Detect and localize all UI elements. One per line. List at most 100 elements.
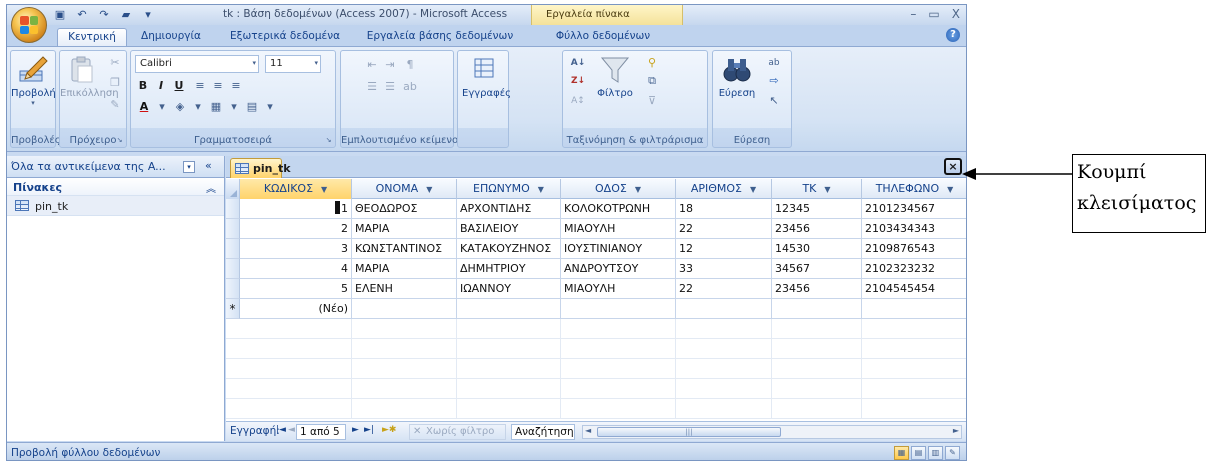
table-cell[interactable]: 2 [240,219,352,239]
table-cell[interactable]: 18 [676,199,772,219]
go-to-icon[interactable]: ⇨ [765,73,783,89]
table-cell[interactable]: ΔΗΜΗΤΡΙΟΥ [457,259,561,279]
font-color-dropdown-icon[interactable]: ▾ [153,99,171,115]
nav-pane-collapse-button[interactable]: « [205,159,212,172]
copy-icon[interactable]: ❐ [106,75,124,91]
sort-ascending-icon[interactable]: A↓ [569,55,587,71]
new-record-icon[interactable]: ►✱ [382,425,396,435]
table-cell[interactable]: ΙΟΥΣΤΙΝΙΑΝΟΥ [561,239,676,259]
paste-button[interactable]: Επικόλληση [60,55,119,115]
format-painter-icon[interactable]: ✎ [106,97,124,113]
design-view-icon[interactable]: ✎ [945,446,960,460]
align-right-icon[interactable]: ≡ [227,78,245,94]
minimize-button[interactable]: – [910,7,916,21]
new-row-cell[interactable] [561,299,676,319]
cut-icon[interactable]: ✂ [106,55,124,71]
fill-color-dropdown-icon[interactable]: ▾ [189,99,207,115]
table-cell[interactable]: 2104545454 [862,279,966,299]
table-cell[interactable]: ΚΑΤΑΚΟΥΖΗΝΟΣ [457,239,561,259]
increase-indent-icon[interactable]: ⇥ [381,57,399,73]
pivot-table-view-icon[interactable]: ▤ [911,446,926,460]
row-selector[interactable] [226,219,240,239]
nav-pane-header[interactable]: Όλα τα αντικείμενα της A... ▾ « [7,156,224,178]
close-window-button[interactable]: X [952,7,960,21]
fill-color-icon[interactable]: ◈ [171,99,189,115]
table-cell[interactable]: 22 [676,219,772,239]
find-button[interactable]: Εύρεση [715,55,759,115]
table-cell[interactable]: 5 [240,279,352,299]
save-icon[interactable]: ▣ [53,8,67,22]
table-cell[interactable]: 4 [240,259,352,279]
column-header[interactable]: ΟΔΟΣ ▼ [561,179,676,199]
office-button[interactable] [11,7,47,43]
last-record-icon[interactable]: ►| [364,425,374,435]
table-cell[interactable]: 14530 [772,239,862,259]
table-cell[interactable]: ΕΛΕΝΗ [352,279,457,299]
table-cell[interactable]: 2102323232 [862,259,966,279]
help-icon[interactable]: ? [946,28,960,42]
new-row-cell[interactable] [457,299,561,319]
table-cell[interactable]: ΚΟΛΟΚΟΤΡΩΝΗ [561,199,676,219]
table-cell[interactable]: 12 [676,239,772,259]
toggle-filter-icon[interactable]: ⊽ [643,93,661,109]
chevron-down-icon[interactable]: ▼ [426,185,432,194]
font-name-select[interactable]: Calibri ▾ [135,55,259,73]
table-cell[interactable]: 23456 [772,219,862,239]
new-row-cell[interactable] [862,299,966,319]
table-cell[interactable]: ΘΕΟΔΩΡΟΣ [352,199,457,219]
table-cell[interactable]: 34567 [772,259,862,279]
sort-descending-icon[interactable]: Z↓ [569,73,587,89]
undo-icon[interactable]: ↶ [75,8,89,22]
table-cell[interactable]: 2101234567 [862,199,966,219]
table-cell[interactable]: ΑΡΧΟΝΤΙΔΗΣ [457,199,561,219]
horizontal-scrollbar[interactable]: ◄ ||| ► [582,425,962,439]
first-record-icon[interactable]: |◄ [276,425,286,435]
align-center-icon[interactable]: ≡ [209,78,227,94]
chevron-down-icon[interactable]: ▼ [947,185,953,194]
table-cell[interactable]: 3 [240,239,352,259]
scrollbar-thumb[interactable]: ||| [597,427,781,437]
tab-home[interactable]: Κεντρική [57,28,127,46]
select-all-corner[interactable] [226,179,240,199]
table-cell[interactable]: ΒΑΣΙΛΕΙΟΥ [457,219,561,239]
new-row-cell[interactable] [352,299,457,319]
table-cell[interactable]: ΜΙΑΟΥΛΗ [561,219,676,239]
table-cell[interactable]: 12345 [772,199,862,219]
table-cell[interactable]: 2109876543 [862,239,966,259]
row-selector[interactable] [226,199,240,219]
clipboard-launcher-icon[interactable]: ↘ [115,136,124,145]
row-selector[interactable] [226,259,240,279]
replace-icon[interactable]: ab [765,55,783,71]
column-header[interactable]: ΤΚ ▼ [772,179,862,199]
table-cell[interactable]: ΙΩΑΝΝΟΥ [457,279,561,299]
chevron-down-icon[interactable]: ▼ [824,185,830,194]
next-record-icon[interactable]: ► [352,425,359,435]
select-icon[interactable]: ↖ [765,93,783,109]
row-selector[interactable] [226,279,240,299]
table-cell[interactable]: 33 [676,259,772,279]
new-row-cell[interactable]: (Νέο) [240,299,352,319]
new-row-cell[interactable] [676,299,772,319]
italic-button[interactable]: I [153,77,169,95]
tab-create[interactable]: Δημιουργία [133,28,209,46]
table-cell[interactable]: ΜΙΑΟΥΛΗ [561,279,676,299]
column-header[interactable]: ΚΩΔΙΚΟΣ ▼ [240,179,352,199]
current-record-field[interactable]: 1 από 5 [296,424,346,440]
column-header[interactable]: ΑΡΙΘΜΟΣ ▼ [676,179,772,199]
align-left-icon[interactable]: ≡ [191,78,209,94]
chevron-down-icon[interactable]: ▼ [321,185,327,194]
table-cell[interactable]: ΜΑΡΙΑ [352,259,457,279]
nav-item-pin-tk[interactable]: pin_tk [7,196,224,216]
tab-datasheet[interactable]: Φύλλο δεδομένων [537,28,669,46]
chevron-down-icon[interactable]: ▼ [750,185,756,194]
font-launcher-icon[interactable]: ↘ [324,136,333,145]
scroll-left-icon[interactable]: ◄ [585,426,591,435]
table-cell[interactable]: 22 [676,279,772,299]
gridlines-icon[interactable]: ▦ [207,99,225,115]
table-cell[interactable]: 1 [240,199,352,219]
table-cell[interactable]: ΜΑΡΙΑ [352,219,457,239]
restore-button[interactable]: ▭ [928,7,939,21]
column-header[interactable]: ΕΠΩΝΥΜΟ ▼ [457,179,561,199]
table-cell[interactable]: 23456 [772,279,862,299]
view-button[interactable]: Προβολή ▾ [11,55,56,115]
